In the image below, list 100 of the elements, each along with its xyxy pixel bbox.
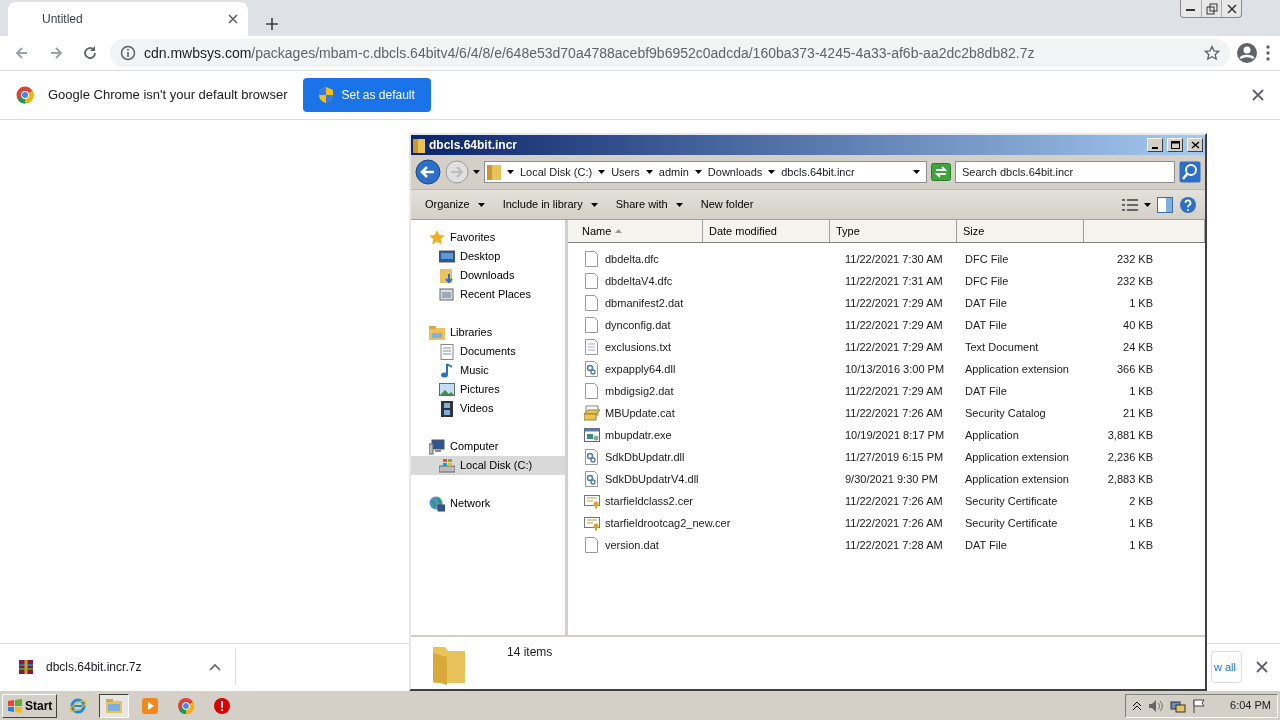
preview-pane-icon[interactable] [1157, 196, 1173, 213]
date-cell-text: 11/22/2021 7:29 AM [844, 383, 944, 399]
address-bar[interactable]: Local Disk (C:) Users admin Downloads dbcls.64bit.incr [484, 161, 927, 183]
size-cell-text: 1 KB [1128, 515, 1154, 531]
clock: 6:04 PM [1230, 698, 1271, 714]
nav-item[interactable]: Computer [411, 437, 565, 456]
shield-icon [319, 87, 334, 103]
window-title: dbcls.64bit.incr [429, 137, 519, 154]
film-icon [439, 400, 455, 417]
view-options-icon[interactable] [1122, 197, 1138, 212]
toolbar-button[interactable]: Include in library [496, 194, 604, 215]
taskbar-app-button[interactable] [99, 693, 130, 718]
nav-item[interactable]: Downloads [411, 266, 565, 285]
date-cell-text: 11/22/2021 7:26 AM [844, 405, 944, 421]
account-icon[interactable] [1236, 42, 1258, 64]
size-cell-text: 366 KB [1115, 361, 1154, 377]
application-icon [584, 427, 600, 443]
breadcrumb-item[interactable]: Downloads [707, 163, 763, 181]
file-name[interactable]: starfieldclass2.cer [605, 492, 694, 510]
nav-item[interactable]: Documents [411, 342, 565, 361]
show-all-button[interactable]: w all [1211, 651, 1242, 683]
file-icon [584, 383, 600, 399]
caret-icon [768, 170, 776, 174]
speaker-icon[interactable] [1148, 698, 1165, 713]
nav-item[interactable]: Network [411, 494, 565, 513]
file-icon [584, 273, 600, 289]
nav-item[interactable]: Desktop [411, 247, 565, 266]
date-cell-text: 11/27/2019 6:15 PM [844, 449, 945, 465]
file-name[interactable]: exclusions.txt [605, 338, 672, 356]
file-name[interactable]: starfieldrootcag2_new.cer [605, 514, 731, 532]
nav-item[interactable]: Libraries [411, 323, 565, 342]
maximize-icon[interactable] [1168, 139, 1182, 151]
file-name[interactable]: SdkDbUpdatr.dll [605, 448, 685, 466]
gear-file-icon [584, 449, 600, 465]
nav-item[interactable]: Favorites [411, 228, 565, 247]
nav-item[interactable]: Local Disk (C:) [411, 456, 565, 475]
address-bar[interactable]: cdn.mwbsys.com/packages/mbam-c.dbcls.64bitv4/6/4/8/e/648e53d70a4788acebf9b6952c0adcda/160ba373-4245-4a33-af6b-aa2dc2b8db82.7z [110, 39, 1230, 67]
nav-item[interactable]: Videos [411, 399, 565, 418]
column-header[interactable]: Type [830, 220, 957, 242]
file-icon [584, 251, 600, 267]
set-default-button[interactable]: Set as default [303, 78, 431, 112]
file-name[interactable]: dbmanifest2.dat [605, 294, 684, 312]
nav-item[interactable]: Recent Places [411, 285, 565, 304]
toolbar-button[interactable]: Organize [419, 194, 491, 215]
breadcrumb-item[interactable]: admin [658, 163, 689, 181]
flag-icon[interactable] [1192, 698, 1207, 713]
window-icon [439, 286, 455, 303]
size-cell-text: 1 KB [1128, 295, 1154, 311]
folder-icon [429, 324, 445, 341]
nav-item[interactable]: Music [411, 361, 565, 380]
network-icon[interactable] [1170, 698, 1187, 713]
file-name[interactable]: mbupdatr.exe [605, 426, 672, 444]
file-name[interactable]: SdkDbUpdatrV4.dll [605, 470, 699, 488]
search-field[interactable]: Search dbcls.64bit.incr [955, 161, 1175, 183]
file-name[interactable]: version.dat [605, 536, 659, 554]
nav-item[interactable]: Pictures [411, 380, 565, 399]
download-filename: dbcls.64bit.incr.7z [46, 659, 143, 676]
search-icon[interactable] [1179, 161, 1201, 183]
close-icon[interactable] [1252, 89, 1264, 101]
file-name[interactable]: dbdeltaV4.dfc [605, 272, 673, 290]
close-icon[interactable] [1256, 661, 1268, 673]
download-item[interactable]: dbcls.64bit.incr.7z [18, 649, 236, 685]
breadcrumb-item[interactable]: Local Disk (C:) [520, 163, 593, 181]
help-icon[interactable] [1179, 195, 1197, 214]
file-name[interactable]: expapply64.dll [605, 360, 676, 378]
chevron-up-icon[interactable] [209, 663, 221, 671]
start-button[interactable]: Start [2, 693, 58, 718]
column-header[interactable]: Size [957, 220, 1084, 242]
toolbar-button[interactable]: Share with [609, 194, 689, 215]
file-name[interactable]: mbdigsig2.dat [605, 382, 674, 400]
caret-icon [694, 170, 702, 174]
back-icon[interactable] [415, 159, 441, 185]
column-header[interactable]: Name [568, 220, 703, 242]
gear-file-icon [584, 361, 600, 377]
date-cell-text: 9/30/2021 9:30 PM [844, 471, 939, 487]
size-cell-text: 2,883 KB [1106, 471, 1154, 487]
size-cell-text: 3,881 KB [1106, 427, 1154, 443]
file-name[interactable]: dbdelta.dfc [605, 250, 659, 268]
toolbar-button[interactable]: New folder [694, 194, 760, 215]
computer-icon [429, 438, 445, 455]
browser-tab[interactable]: Untitled [8, 2, 248, 36]
column-header[interactable]: Date modified [703, 220, 830, 242]
archive-icon [18, 659, 34, 675]
date-cell-text: 11/22/2021 7:31 AM [844, 273, 944, 289]
url-path: /packages/mbam-c.dbcls.64bitv4/6/4/8/e/648e53d70a4788acebf9b6952c0adcda/160ba373-4245-4a33-af6b-aa2dc2b8db82.7z [251, 44, 1035, 61]
chevron-up-icon[interactable] [1132, 700, 1143, 711]
menu-icon[interactable] [1264, 44, 1272, 62]
gear-file-icon [584, 471, 600, 487]
close-icon[interactable] [228, 14, 238, 24]
reload-icon[interactable] [81, 44, 99, 62]
restore-icon[interactable] [1203, 1, 1220, 16]
breadcrumb-item[interactable]: Users [611, 163, 640, 181]
size-cell-text: 24 KB [1122, 339, 1154, 355]
breadcrumb-item[interactable]: dbcls.64bit.incr [781, 163, 855, 181]
file-name[interactable]: MBUpdate.cat [605, 404, 675, 422]
folder-icon [439, 267, 455, 284]
folder-icon [105, 696, 124, 715]
star-icon[interactable] [1204, 45, 1220, 61]
file-name[interactable]: dynconfig.dat [605, 316, 671, 334]
refresh-icon[interactable] [931, 163, 951, 181]
